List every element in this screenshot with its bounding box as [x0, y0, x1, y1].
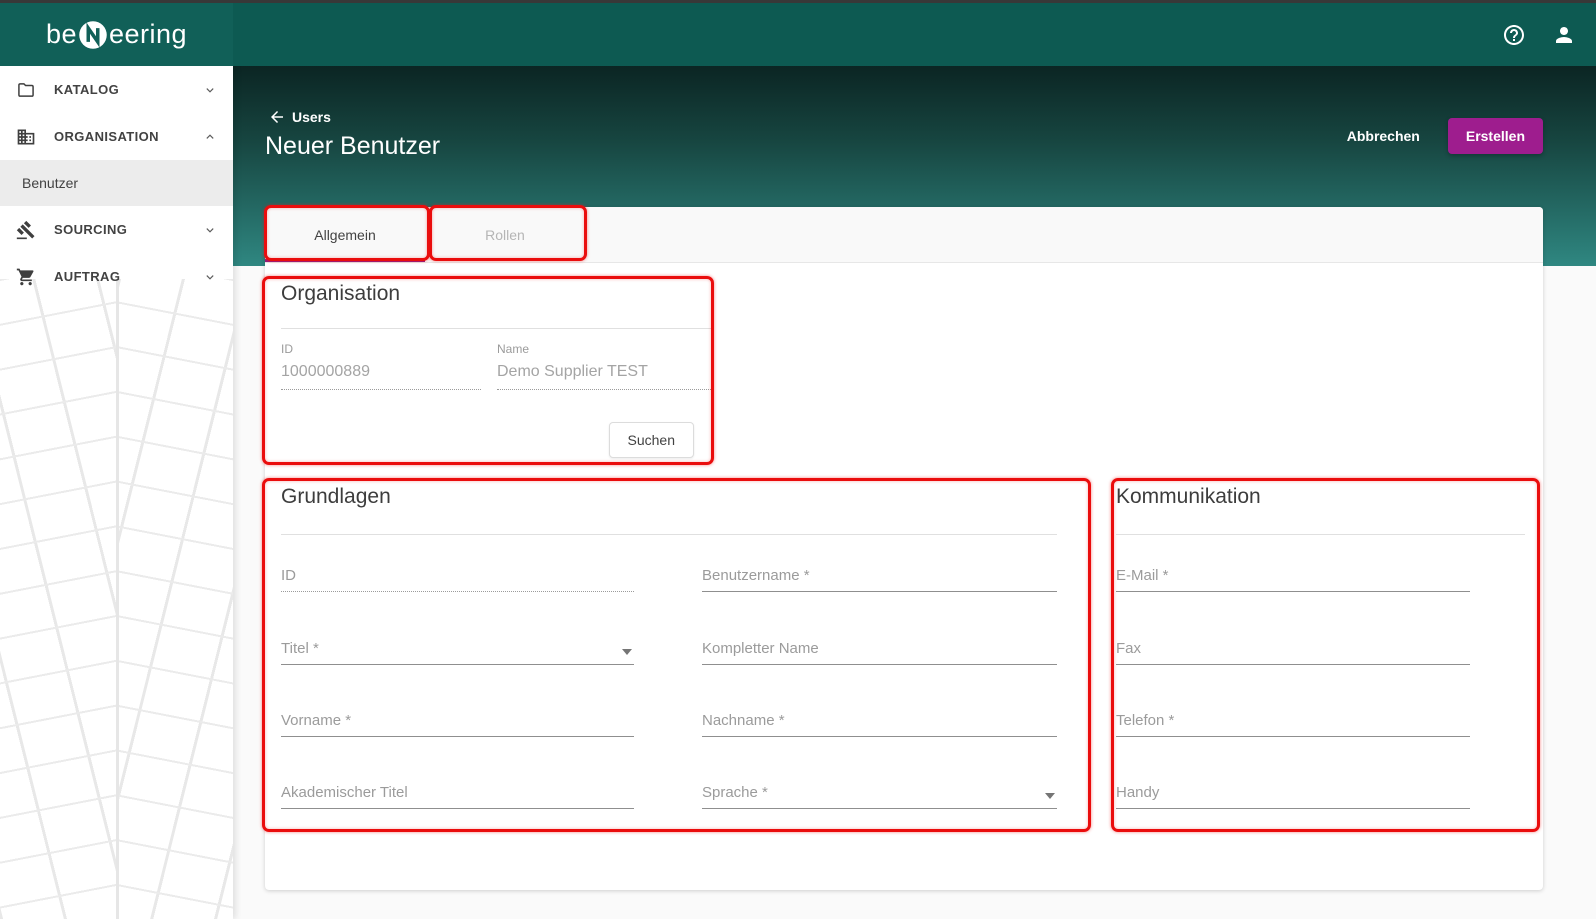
telefon-field[interactable]: Telefon *: [1116, 705, 1470, 737]
sidebar-item-katalog[interactable]: KATALOG: [0, 66, 233, 113]
org-id-value: 1000000889: [281, 363, 481, 390]
org-name-value: Demo Supplier TEST: [497, 363, 713, 390]
window-top-edge: [0, 0, 1596, 3]
akademischer-titel-field[interactable]: Akademischer Titel: [281, 777, 634, 809]
gavel-icon: [16, 220, 36, 240]
sprache-select[interactable]: Sprache *: [702, 777, 1057, 809]
logo-block[interactable]: be eering: [0, 3, 233, 66]
handy-field[interactable]: Handy: [1116, 777, 1470, 809]
sidebar: KATALOG ORGANISATION Benutzer SOURCING A…: [0, 66, 233, 919]
section-organisation: Organisation ID 1000000889 Name Demo Sup…: [281, 282, 713, 462]
id-field: ID: [281, 560, 634, 592]
app-topbar: be eering: [0, 3, 1596, 66]
org-id-field: ID 1000000889: [281, 342, 481, 390]
chevron-down-icon: [203, 270, 217, 284]
domain-icon: [16, 127, 36, 147]
folder-icon: [16, 80, 36, 100]
org-name-label: Name: [497, 342, 713, 356]
org-name-field: Name Demo Supplier TEST: [497, 342, 713, 390]
cart-icon: [16, 267, 36, 287]
org-id-label: ID: [281, 342, 481, 356]
logo-text-pre: be: [46, 19, 77, 50]
logo-n-icon: [78, 20, 108, 50]
sidebar-item-benutzer-selected[interactable]: Benutzer: [0, 160, 233, 206]
section-divider: [281, 534, 1057, 535]
nachname-field[interactable]: Nachname *: [702, 705, 1057, 737]
section-grundlagen: Grundlagen ID Benutzername * Titel * Kom…: [281, 485, 1057, 825]
sidebar-item-label: ORGANISATION: [54, 129, 203, 144]
dropdown-arrow-icon: [1045, 793, 1055, 799]
tab-bar: Allgemein Rollen: [265, 207, 1543, 263]
form-card: Allgemein Rollen Organisation ID 1000000…: [265, 207, 1543, 890]
page-title: Neuer Benutzer: [265, 132, 440, 161]
chevron-down-icon: [203, 223, 217, 237]
chevron-down-icon: [203, 83, 217, 97]
back-link-label: Users: [292, 109, 331, 125]
kompletter-name-field[interactable]: Kompletter Name: [702, 633, 1057, 665]
account-icon[interactable]: [1552, 23, 1576, 47]
sidebar-item-label: AUFTRAG: [54, 269, 203, 284]
sidebar-item-organisation[interactable]: ORGANISATION: [0, 113, 233, 160]
back-arrow-icon: [268, 108, 286, 126]
benutzername-field[interactable]: Benutzername *: [702, 560, 1057, 592]
beneering-logo: be eering: [46, 19, 187, 50]
tab-allgemein[interactable]: Allgemein: [265, 207, 425, 263]
dropdown-arrow-icon: [622, 649, 632, 655]
sidebar-subitem-label: Benutzer: [22, 175, 78, 191]
create-button[interactable]: Erstellen: [1448, 118, 1543, 154]
section-title: Grundlagen: [281, 485, 1057, 509]
chevron-up-icon: [203, 130, 217, 144]
active-tab-indicator: [265, 259, 425, 262]
section-divider: [1116, 534, 1525, 535]
section-title: Kommunikation: [1116, 485, 1525, 509]
section-divider: [281, 328, 713, 329]
email-field[interactable]: E-Mail *: [1116, 560, 1470, 592]
sidebar-item-sourcing[interactable]: SOURCING: [0, 206, 233, 253]
titel-select[interactable]: Titel *: [281, 633, 634, 665]
logo-text-post: eering: [109, 19, 187, 50]
sidebar-item-label: SOURCING: [54, 222, 203, 237]
search-button[interactable]: Suchen: [609, 422, 694, 458]
fax-field[interactable]: Fax: [1116, 633, 1470, 665]
section-kommunikation: Kommunikation E-Mail * Fax Telefon * Han…: [1116, 485, 1525, 825]
sidebar-item-auftrag[interactable]: AUFTRAG: [0, 253, 233, 300]
cancel-button[interactable]: Abbrechen: [1347, 128, 1420, 144]
building-background-art: [0, 279, 233, 919]
section-title: Organisation: [281, 282, 713, 306]
back-link-users[interactable]: Users: [268, 108, 331, 126]
tab-rollen[interactable]: Rollen: [425, 207, 585, 263]
sidebar-item-label: KATALOG: [54, 82, 203, 97]
help-icon[interactable]: [1502, 23, 1526, 47]
vorname-field[interactable]: Vorname *: [281, 705, 634, 737]
